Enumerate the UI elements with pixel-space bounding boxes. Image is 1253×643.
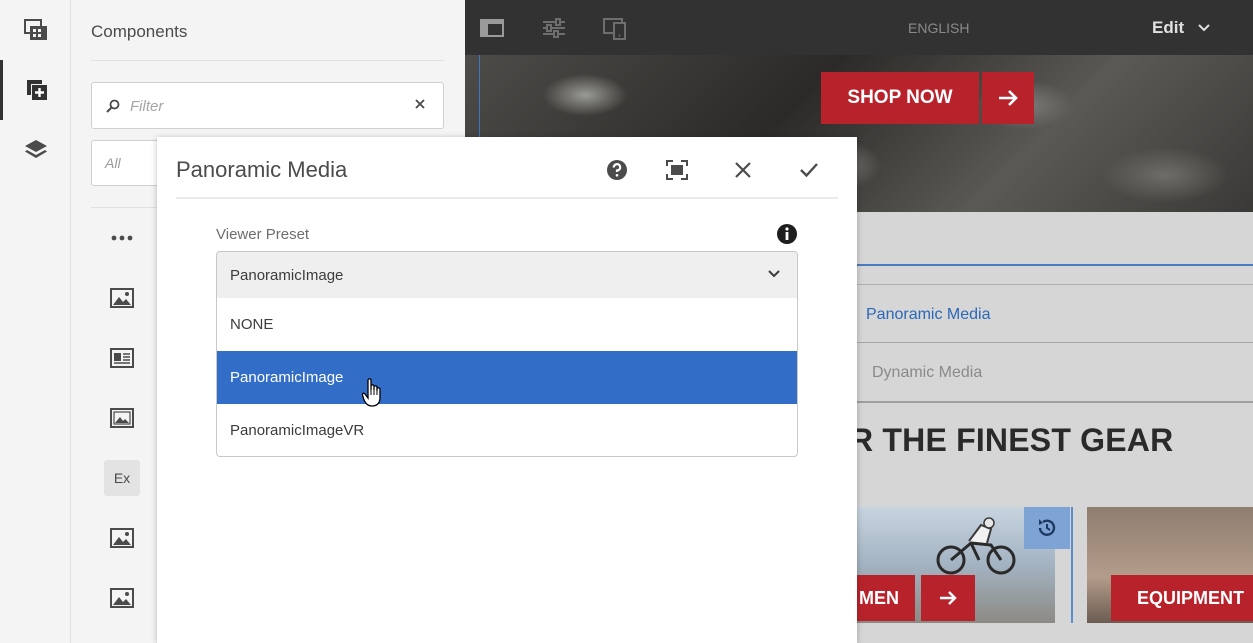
components-rail-button[interactable] (0, 60, 71, 120)
option-panoramic-image[interactable]: PanoramicImage (217, 351, 797, 404)
layers-rail-button[interactable] (0, 120, 71, 180)
option-none[interactable]: NONE (217, 298, 797, 351)
close-icon (735, 162, 751, 178)
clear-icon[interactable] (413, 97, 427, 111)
viewer-preset-label: Viewer Preset (216, 226, 310, 243)
assets-icon (23, 19, 47, 40)
filter-input[interactable] (130, 95, 400, 117)
shop-now-label: SHOP NOW (821, 72, 979, 124)
replay-icon (1038, 519, 1056, 536)
checkmark-icon (800, 163, 818, 178)
help-button[interactable] (602, 155, 632, 185)
hand-cursor-icon (362, 378, 381, 407)
page-heading: R THE FINEST GEAR (850, 422, 1174, 458)
component-item[interactable]: Ex (104, 460, 140, 496)
tab-panoramic-label: Panoramic Media (866, 306, 991, 323)
viewer-preset-options: NONE PanoramicImage PanoramicImageVR (216, 298, 798, 457)
arrow-right-icon (999, 90, 1018, 106)
arrow-right-icon (940, 591, 957, 605)
help-icon (607, 160, 627, 180)
viewer-preset-value: PanoramicImage (230, 267, 344, 284)
device-preview-icon (603, 18, 626, 40)
image-card-icon (110, 348, 134, 368)
page-properties-button[interactable] (541, 15, 567, 41)
more-icon (111, 235, 133, 241)
emulator-button[interactable] (602, 15, 628, 41)
fullscreen-button[interactable] (662, 155, 692, 185)
chevron-down-icon (1198, 24, 1210, 32)
equipment-button[interactable]: EQUIPMENT (1111, 575, 1253, 621)
component-item[interactable] (104, 340, 140, 376)
info-icon[interactable] (776, 223, 798, 245)
close-button[interactable] (728, 155, 758, 185)
language-label: ENGLISH (908, 20, 970, 36)
panel-divider (91, 60, 444, 61)
option-panoramic-image-vr[interactable]: PanoramicImageVR (217, 404, 797, 457)
assets-rail-button[interactable] (0, 0, 71, 60)
search-icon (106, 99, 120, 113)
fullscreen-icon (666, 160, 688, 180)
viewer-preset-select[interactable]: PanoramicImage (216, 251, 798, 299)
equipment-label: EQUIPMENT (1137, 587, 1245, 608)
shop-now-arrow (982, 72, 1034, 124)
components-icon (27, 80, 47, 100)
side-panel-icon (480, 19, 504, 37)
mode-label: Edit (1152, 18, 1185, 37)
mode-selector[interactable]: Edit (1152, 18, 1210, 38)
option-label: PanoramicImageVR (230, 422, 365, 439)
chevron-down-icon (768, 270, 780, 278)
editor-toolbar: ENGLISH Edit (465, 0, 1253, 55)
replay-button[interactable] (1024, 507, 1070, 549)
men-arrow-button[interactable] (921, 575, 975, 621)
men-label: MEN (859, 587, 899, 608)
ex-badge-label: Ex (113, 470, 131, 486)
filter-field[interactable] (91, 82, 444, 129)
dialog-divider (176, 197, 838, 199)
layers-icon (24, 140, 47, 158)
image-gallery-icon (110, 408, 134, 428)
component-item[interactable] (104, 400, 140, 436)
component-item[interactable] (104, 580, 140, 616)
toggle-side-panel-button[interactable] (479, 15, 505, 41)
image-icon (110, 528, 134, 548)
panel-title: Components (91, 22, 188, 41)
component-item[interactable] (104, 220, 140, 256)
panoramic-media-dialog: Panoramic Media Viewer Preset PanoramicI… (157, 137, 857, 643)
component-item[interactable] (104, 280, 140, 316)
tab-dynamic-label: Dynamic Media (872, 364, 983, 381)
sliders-icon (543, 18, 565, 38)
done-button[interactable] (794, 155, 824, 185)
component-item[interactable] (104, 520, 140, 556)
option-label: NONE (230, 316, 274, 333)
shop-now-button[interactable]: SHOP NOW (821, 72, 1034, 124)
option-label: PanoramicImage (230, 369, 344, 386)
component-group-value: All (105, 155, 121, 171)
image-icon (110, 288, 134, 308)
side-rail (0, 0, 71, 643)
dialog-title: Panoramic Media (176, 157, 348, 182)
image-icon (110, 588, 134, 608)
cyclist-image (936, 517, 1016, 575)
